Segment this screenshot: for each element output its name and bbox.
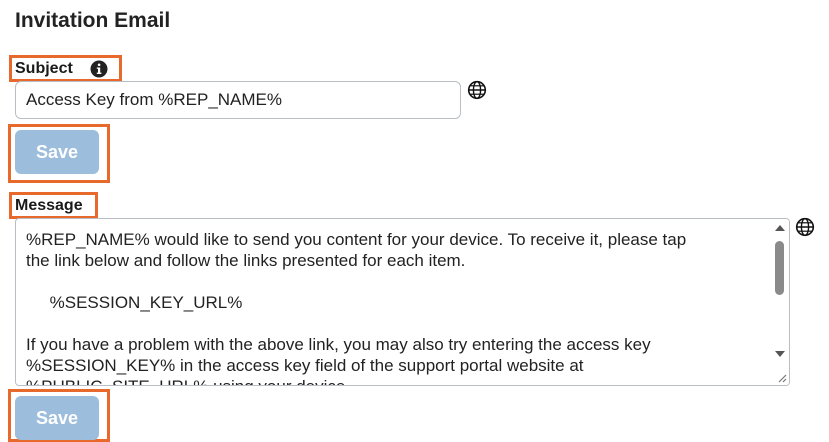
message-globe-icon[interactable] bbox=[795, 217, 815, 237]
section-title: Invitation Email bbox=[15, 9, 171, 32]
scroll-thumb[interactable] bbox=[775, 241, 784, 295]
scroll-up-arrow-icon[interactable] bbox=[775, 225, 785, 231]
subject-input[interactable] bbox=[15, 81, 461, 119]
message-text[interactable]: %REP_NAME% would like to send you conten… bbox=[26, 229, 766, 385]
subject-globe-icon[interactable] bbox=[467, 80, 487, 100]
subject-label: Subject bbox=[15, 60, 73, 77]
message-textarea[interactable]: %REP_NAME% would like to send you conten… bbox=[15, 218, 790, 386]
info-icon[interactable] bbox=[90, 60, 108, 78]
message-label: Message bbox=[15, 197, 83, 214]
subject-save-button[interactable]: Save bbox=[15, 130, 99, 174]
message-scrollbar[interactable] bbox=[771, 219, 789, 385]
resize-handle-icon[interactable] bbox=[773, 369, 789, 385]
scroll-down-arrow-icon[interactable] bbox=[775, 351, 785, 357]
message-save-button[interactable]: Save bbox=[15, 396, 99, 440]
